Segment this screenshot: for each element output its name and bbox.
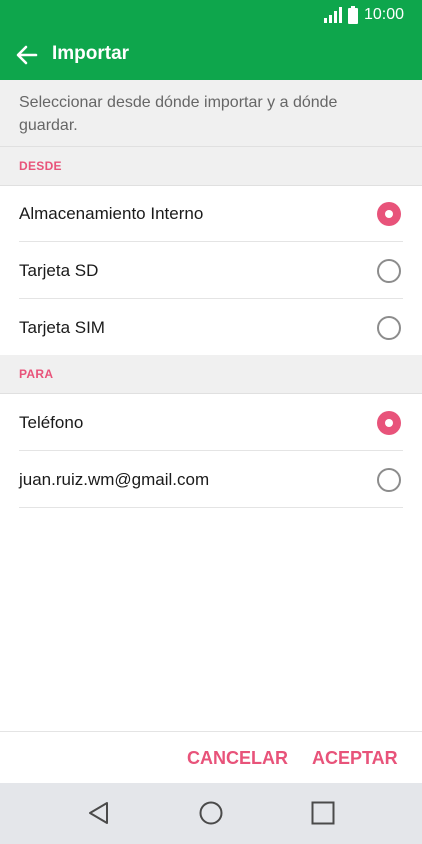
app-bar: Importar (0, 30, 422, 80)
section-header-label: DESDE (19, 159, 62, 173)
option-label: Almacenamiento Interno (19, 204, 204, 223)
navigation-bar (0, 783, 422, 844)
option-telefono[interactable]: Teléfono (0, 394, 422, 451)
radio-button[interactable] (377, 316, 401, 340)
option-label: juan.ruiz.wm@gmail.com (19, 470, 210, 489)
radio-button-selected[interactable] (377, 411, 401, 435)
battery-icon (347, 6, 358, 24)
status-icons: 10:00 (323, 6, 404, 24)
page-title: Importar (52, 43, 130, 64)
square-recents-icon[interactable] (310, 800, 336, 826)
cancel-button[interactable]: CANCELAR (187, 748, 288, 769)
circle-home-icon[interactable] (198, 800, 224, 826)
radio-button[interactable] (377, 468, 401, 492)
signal-icon (323, 7, 342, 23)
option-almacenamiento-interno[interactable]: Almacenamiento Interno (0, 185, 422, 242)
option-google-account[interactable]: juan.ruiz.wm@gmail.com (0, 451, 422, 508)
description-text: Seleccionar desde dónde importar y a dón… (19, 94, 338, 134)
radio-button-selected[interactable] (377, 202, 401, 226)
description-panel: Seleccionar desde dónde importar y a dón… (0, 80, 422, 147)
option-label: Teléfono (19, 413, 84, 432)
section-header-para: PARA (0, 355, 422, 394)
divider (19, 507, 403, 508)
option-label: Tarjeta SD (19, 261, 99, 280)
accept-button[interactable]: ACEPTAR (312, 748, 398, 769)
arrow-left-icon[interactable] (14, 42, 40, 68)
option-label: Tarjeta SIM (19, 318, 105, 337)
radio-button[interactable] (377, 259, 401, 283)
option-tarjeta-sd[interactable]: Tarjeta SD (0, 242, 422, 299)
section-header-label: PARA (19, 367, 54, 381)
actions-divider (0, 731, 422, 732)
status-bar: 10:00 (0, 0, 422, 30)
section-header-desde: DESDE (0, 147, 422, 186)
status-time: 10:00 (363, 6, 404, 23)
triangle-back-icon[interactable] (86, 800, 112, 826)
option-tarjeta-sim[interactable]: Tarjeta SIM (0, 299, 422, 356)
